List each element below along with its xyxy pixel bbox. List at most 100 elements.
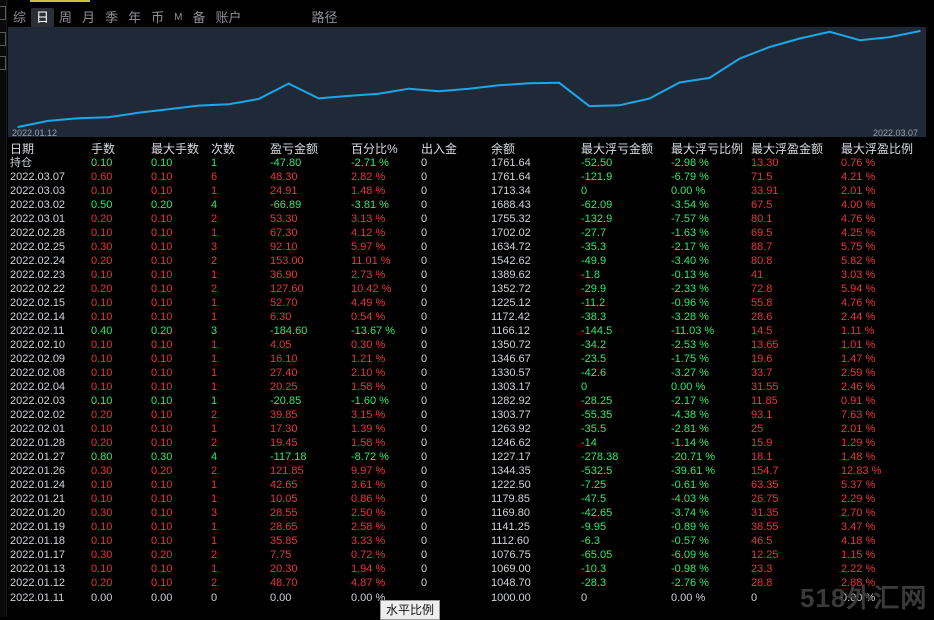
equity-point bbox=[77, 117, 79, 120]
table-row[interactable]: 2022.02.14 0.10 0.10 1 6.30 0.54 % 0 1172.42 -38… bbox=[0, 310, 934, 324]
table-cell: 1352.72 bbox=[491, 283, 531, 296]
tab-10[interactable]: 路径 bbox=[306, 8, 342, 28]
table-cell: -55.35 bbox=[581, 409, 613, 422]
table-cell: 3.33 % bbox=[351, 535, 386, 548]
table-row[interactable]: 2022.01.17 0.30 0.20 2 7.75 0.72 % 0 1076.75 -65… bbox=[0, 548, 934, 562]
table-cell: -4.03 % bbox=[671, 493, 709, 506]
table-cell: 1222.50 bbox=[491, 479, 531, 492]
column-header[interactable]: 日期 bbox=[10, 142, 34, 156]
table-cell: 38.55 bbox=[751, 521, 779, 534]
tab-5[interactable]: 年 bbox=[123, 8, 146, 28]
table-row[interactable]: 2022.03.02 0.50 0.20 4 -66.89 -3.81 % 0 1688.43… bbox=[0, 198, 934, 212]
table-cell: 53.30 bbox=[270, 213, 298, 226]
table-row[interactable]: 2022.02.03 0.10 0.10 1 -20.85 -1.60 % 0 1282.92… bbox=[0, 394, 934, 408]
tab-3[interactable]: 月 bbox=[77, 8, 100, 28]
table-cell: 0.10 bbox=[151, 185, 173, 198]
table-cell: 5.94 % bbox=[841, 283, 876, 296]
table-cell: 69.5 bbox=[751, 227, 773, 240]
table-cell: 154.7 bbox=[751, 465, 779, 478]
table-row[interactable]: 2022.03.03 0.10 0.10 1 24.91 1.48 % 0 1713.34 0 0… bbox=[0, 184, 934, 198]
table-cell: 0.10 bbox=[151, 423, 173, 436]
table-row[interactable]: 2022.02.09 0.10 0.10 1 16.10 1.21 % 0 1346.67 -2… bbox=[0, 352, 934, 366]
table-row[interactable]: 2022.03.07 0.60 0.10 6 48.30 2.82 % 0 1761.64 -1… bbox=[0, 170, 934, 184]
table-cell: 1.47 % bbox=[841, 353, 876, 366]
table-row[interactable]: 2022.02.24 0.20 0.10 2 153.00 11.01 % 0 1542.62… bbox=[0, 254, 934, 268]
table-cell: 6 bbox=[211, 171, 218, 184]
table-cell: 1634.72 bbox=[491, 241, 531, 254]
table-row[interactable]: 2022.02.10 0.10 0.10 1 4.05 0.30 % 0 1350.72 -34… bbox=[0, 338, 934, 352]
table-row[interactable]: 持仓 0.10 0.10 1 -47.80 -2.71 % 0 1761.64 -52.50 -2… bbox=[0, 156, 934, 170]
table-row[interactable]: 2022.02.15 0.10 0.10 1 52.70 4.49 % 0 1225.12 -1… bbox=[0, 296, 934, 310]
table-row[interactable]: 2022.02.28 0.10 0.10 1 67.30 4.12 % 0 1702.02 -2… bbox=[0, 226, 934, 240]
table-cell: -0.89 % bbox=[671, 521, 709, 534]
table-cell: 0.10 bbox=[151, 227, 173, 240]
table-cell: 0 bbox=[421, 535, 428, 548]
table-cell: -1.75 % bbox=[671, 353, 709, 366]
table-row[interactable]: 2022.02.23 0.10 0.10 1 36.90 2.73 % 0 1389.62 -1… bbox=[0, 268, 934, 282]
equity-point bbox=[618, 104, 621, 107]
column-header[interactable]: 百分比% bbox=[351, 142, 398, 156]
table-cell: 0.10 bbox=[91, 185, 113, 198]
table-row[interactable]: 2022.02.01 0.10 0.10 1 17.30 1.39 % 0 1263.92 -3… bbox=[0, 422, 934, 436]
equity-point bbox=[378, 92, 380, 95]
table-cell: 2022.03.02 bbox=[10, 199, 66, 212]
tab-7[interactable]: M bbox=[169, 8, 187, 28]
table-row[interactable]: 2022.02.08 0.10 0.10 1 27.40 2.10 % 0 1330.57 -4… bbox=[0, 366, 934, 380]
table-cell: 0 bbox=[421, 493, 428, 506]
table-cell: -0.98 % bbox=[671, 563, 709, 576]
table-row[interactable]: 2022.01.20 0.30 0.10 3 28.55 2.50 % 0 1169.80 -4… bbox=[0, 506, 934, 520]
column-header[interactable]: 手数 bbox=[91, 142, 115, 156]
table-row[interactable]: 2022.01.13 0.10 0.10 1 20.30 1.94 % 0 1069.00 -1… bbox=[0, 562, 934, 576]
table-row[interactable]: 2022.01.27 0.80 0.30 4 -117.18 -8.72 % 0 1227.1… bbox=[0, 450, 934, 464]
table-row[interactable]: 2022.01.18 0.10 0.10 1 35.85 3.33 % 0 1112.60 -6… bbox=[0, 534, 934, 548]
equity-point bbox=[889, 36, 891, 38]
column-header[interactable]: 次数 bbox=[211, 142, 235, 156]
tab-9[interactable]: 账户 bbox=[210, 8, 246, 28]
equity-point bbox=[919, 30, 921, 32]
table-cell: 2.82 % bbox=[351, 171, 386, 184]
column-header[interactable]: 最大浮盈比例 bbox=[841, 142, 913, 156]
table-row[interactable]: 2022.02.25 0.30 0.10 3 92.10 5.97 % 0 1634.72 -3… bbox=[0, 240, 934, 254]
table-row[interactable]: 2022.01.12 0.20 0.10 2 48.70 4.87 % 0 1048.70 -2… bbox=[0, 576, 934, 590]
tab-1[interactable]: 日 bbox=[31, 8, 55, 28]
table-cell: 持仓 bbox=[10, 157, 32, 170]
tab-4[interactable]: 季 bbox=[100, 8, 123, 28]
table-row[interactable]: 2022.02.02 0.20 0.10 2 39.85 3.15 % 0 1303.77 -5… bbox=[0, 408, 934, 422]
table-row[interactable]: 2022.03.01 0.20 0.10 2 53.30 3.13 % 0 1755.32 -1… bbox=[0, 212, 934, 226]
column-header[interactable]: 余额 bbox=[491, 142, 515, 156]
table-row[interactable]: 2022.01.11 0.00 0.00 0 0.00 0.00 % 1000.00 0 0.0… bbox=[0, 591, 934, 605]
table-cell: -35.3 bbox=[581, 241, 607, 254]
table-row[interactable]: 2022.02.04 0.10 0.10 1 20.25 1.58 % 0 1303.17 0 0… bbox=[0, 380, 934, 394]
table-cell: 12.83 % bbox=[841, 465, 882, 478]
table-cell: 0.10 bbox=[151, 493, 173, 506]
tab-2[interactable]: 周 bbox=[54, 8, 77, 28]
table-row[interactable]: 2022.02.11 0.40 0.20 3 -184.60 -13.67 % 0 1166.… bbox=[0, 324, 934, 338]
table-cell: 2022.03.03 bbox=[10, 185, 66, 198]
column-header[interactable]: 盈亏金额 bbox=[270, 142, 318, 156]
table-row[interactable]: 2022.01.21 0.10 0.10 1 10.05 0.86 % 0 1179.85 -4… bbox=[0, 492, 934, 506]
table-cell: 2022.02.24 bbox=[10, 255, 66, 268]
table-row[interactable]: 2022.02.22 0.20 0.10 2 127.60 10.42 % 0 1352.72… bbox=[0, 282, 934, 296]
tab-8[interactable]: 备 bbox=[187, 8, 210, 28]
table-cell: 18.1 bbox=[751, 451, 773, 464]
column-header[interactable]: 最大浮亏金额 bbox=[581, 142, 653, 156]
table-row[interactable]: 2022.01.28 0.20 0.10 2 19.45 1.58 % 0 1246.62 -1… bbox=[0, 436, 934, 450]
column-header[interactable]: 最大手数 bbox=[151, 142, 199, 156]
column-header[interactable]: 最大浮盈金额 bbox=[751, 142, 823, 156]
table-cell: 0 bbox=[421, 563, 428, 576]
horizontal-scale-tooltip: 水平比例 bbox=[380, 600, 441, 620]
table-cell: 0.10 bbox=[151, 339, 173, 352]
table-row[interactable]: 2022.01.26 0.30 0.20 2 121.85 9.97 % 0 1344.35 -… bbox=[0, 464, 934, 478]
tab-6[interactable]: 币 bbox=[146, 8, 169, 28]
column-header[interactable]: 最大浮亏比例 bbox=[671, 142, 743, 156]
table-cell: 1346.67 bbox=[491, 353, 531, 366]
table-cell: 88.7 bbox=[751, 241, 773, 254]
equity-point bbox=[498, 84, 500, 87]
table-cell: 1263.92 bbox=[491, 423, 531, 436]
column-header[interactable]: 出入金 bbox=[421, 142, 457, 156]
table-cell: 0.30 bbox=[151, 451, 173, 464]
table-row[interactable]: 2022.01.24 0.10 0.10 1 42.65 3.61 % 0 1222.50 -7… bbox=[0, 478, 934, 492]
equity-point bbox=[408, 87, 410, 90]
tab-0[interactable]: 综 bbox=[8, 8, 31, 28]
table-row[interactable]: 2022.01.19 0.10 0.10 1 28.65 2.58 % 0 1141.25 -9… bbox=[0, 520, 934, 534]
